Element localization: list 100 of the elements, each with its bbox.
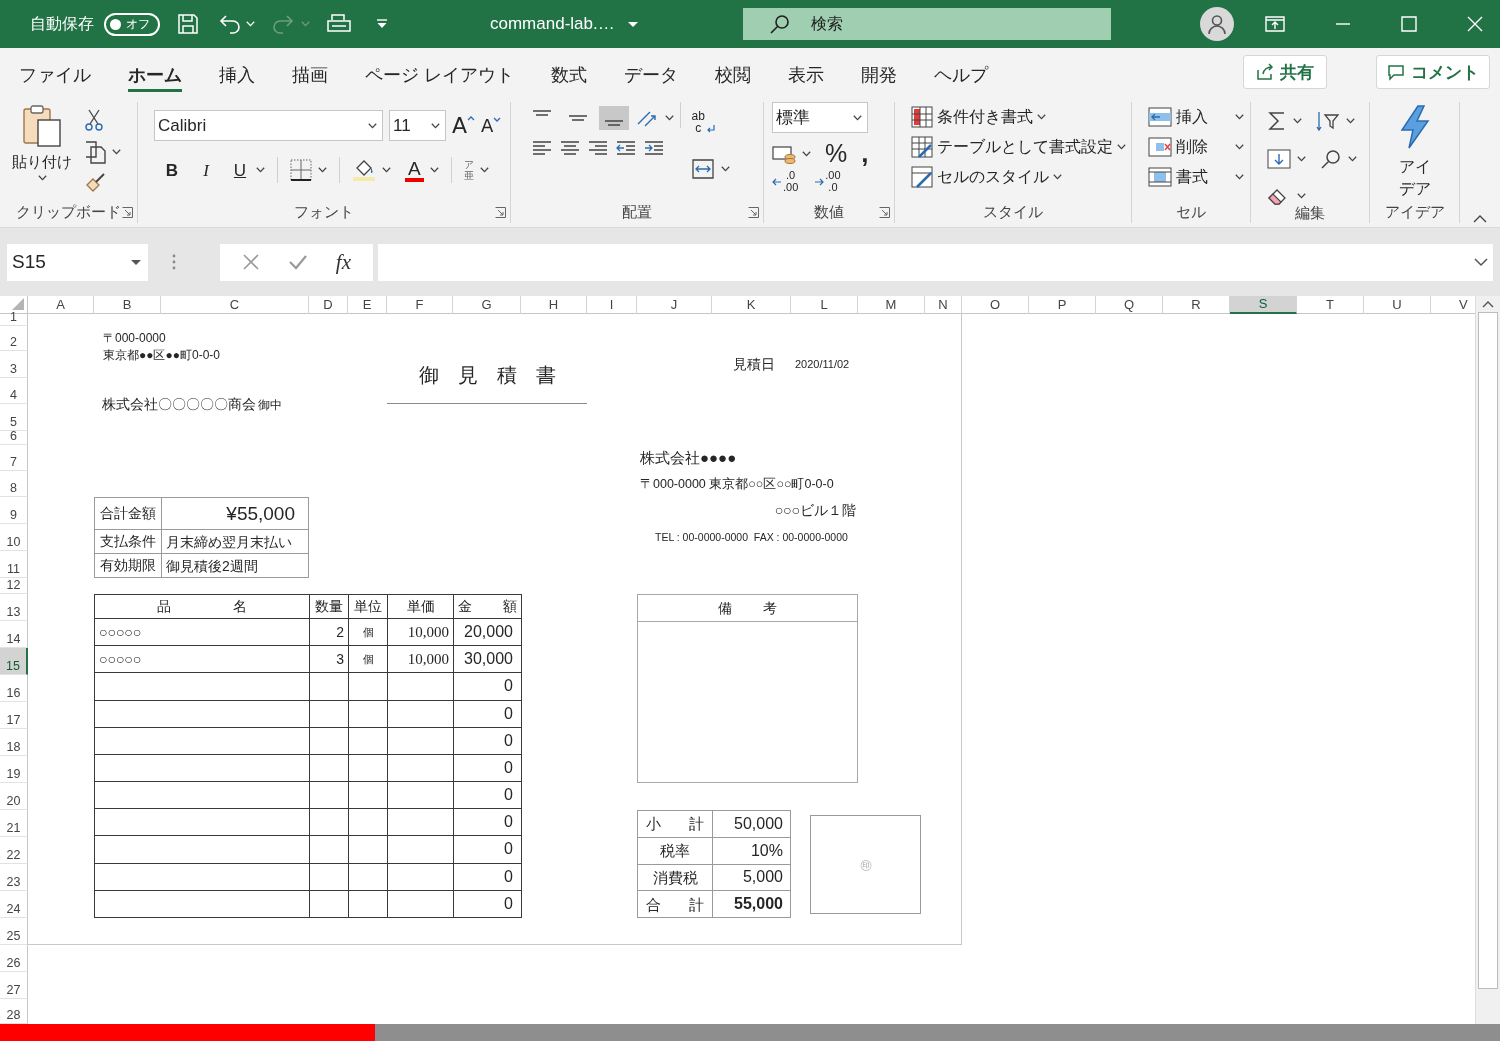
row-header[interactable]: 4 [0, 378, 28, 404]
column-header[interactable]: H [521, 296, 587, 314]
scrollbar-thumb[interactable] [1478, 312, 1498, 989]
column-header[interactable]: Q [1096, 296, 1163, 314]
row-header[interactable]: 16 [0, 675, 28, 702]
caret-icon[interactable] [802, 150, 811, 157]
underline-button[interactable]: U [230, 161, 250, 179]
font-color-button[interactable]: A [405, 158, 424, 182]
row-header[interactable]: 12 [0, 578, 28, 594]
dialog-launcher-icon[interactable] [879, 207, 890, 218]
row-header[interactable]: 27 [0, 972, 28, 999]
sort-filter-icon[interactable] [1316, 110, 1340, 132]
caret-icon[interactable] [1297, 193, 1306, 199]
column-header[interactable]: O [962, 296, 1029, 314]
dialog-launcher-icon[interactable] [748, 207, 759, 218]
row-header[interactable]: 18 [0, 729, 28, 756]
sum-icon[interactable] [1267, 110, 1287, 132]
ribbon-button[interactable]: 書式 [1148, 166, 1244, 188]
scissors-icon[interactable] [84, 108, 104, 132]
caret-icon[interactable] [37, 175, 47, 181]
row-header[interactable]: 3 [0, 351, 28, 378]
caret-icon[interactable] [112, 149, 121, 155]
copy-icon[interactable] [84, 140, 106, 164]
caret-icon[interactable] [1037, 114, 1046, 120]
caret-icon[interactable] [1117, 144, 1126, 150]
ribbon-button[interactable]: 条件付き書式 [911, 106, 1126, 128]
collapse-ribbon-icon[interactable] [1473, 214, 1487, 223]
caret-down-icon[interactable] [626, 20, 639, 28]
ribbon-tab[interactable]: 開発 [860, 66, 897, 92]
column-header[interactable]: M [858, 296, 925, 314]
increase-decimal-button[interactable]: .0 .00 [772, 170, 799, 193]
ribbon-tab[interactable]: 表示 [787, 66, 824, 92]
shrink-font-button[interactable]: A [481, 116, 502, 135]
column-header[interactable]: A [28, 296, 94, 314]
speech-bubble-icon[interactable] [1387, 63, 1405, 81]
number-format-dropdown[interactable]: 標準 [772, 102, 869, 133]
ribbon-tab[interactable]: 校閲 [714, 66, 751, 92]
ribbon-tab[interactable]: 数式 [550, 66, 587, 92]
ribbon-button[interactable]: セルのスタイル [911, 166, 1126, 188]
column-header[interactable]: E [348, 296, 387, 314]
expand-icon[interactable] [1474, 257, 1488, 267]
caret-icon[interactable] [256, 167, 265, 173]
column-header[interactable]: S [1230, 296, 1297, 314]
column-header[interactable]: L [791, 296, 858, 314]
caret-icon[interactable] [721, 166, 730, 172]
caret-icon[interactable] [1235, 144, 1244, 150]
share-button[interactable]: 共有 [1243, 55, 1327, 89]
caret-icon[interactable] [1297, 156, 1306, 162]
ribbon-tab[interactable]: 挿入 [219, 66, 255, 92]
column-header[interactable]: I [587, 296, 637, 314]
formula-input[interactable] [378, 243, 1493, 281]
wrap-text-button[interactable]: abc [691, 110, 730, 134]
ribbon-tab[interactable]: 描画 [292, 66, 328, 92]
caret-icon[interactable] [429, 167, 439, 173]
customize-menu-icon[interactable] [376, 19, 388, 29]
grow-font-button[interactable]: A [452, 114, 476, 137]
column-header[interactable]: K [712, 296, 791, 314]
ribbon-display-icon[interactable] [1264, 15, 1286, 33]
row-header[interactable]: 10 [0, 524, 28, 551]
caret-icon[interactable] [382, 167, 391, 173]
row-header[interactable]: 28 [0, 999, 28, 1024]
check-icon[interactable] [287, 253, 308, 271]
row-header[interactable]: 19 [0, 756, 28, 783]
share-icon[interactable] [1256, 63, 1274, 81]
italic-button[interactable]: I [196, 161, 216, 179]
row-header[interactable]: 11 [0, 551, 28, 578]
row-header[interactable]: 20 [0, 783, 28, 810]
ribbon-tab[interactable]: ファイル [19, 66, 91, 92]
row-header[interactable]: 26 [0, 945, 28, 972]
column-header[interactable]: N [925, 296, 962, 314]
autosave-toggle[interactable]: オフ [104, 12, 160, 36]
row-header[interactable]: 21 [0, 810, 28, 837]
drag-handle-icon[interactable] [172, 253, 176, 271]
merge-cells-icon[interactable] [691, 158, 715, 180]
close-icon[interactable] [1466, 15, 1484, 33]
row-header[interactable]: 1 [0, 314, 28, 326]
accounting-icon[interactable] [772, 143, 796, 164]
caret-icon[interactable] [853, 114, 863, 121]
paste-button[interactable]: 貼り付け [0, 102, 84, 201]
row-header[interactable]: 7 [0, 445, 28, 471]
ribbon-button[interactable]: テーブルとして書式設定 [911, 136, 1126, 158]
scroll-up-icon[interactable] [1482, 300, 1494, 308]
column-header[interactable]: J [637, 296, 712, 314]
comment-button[interactable]: コメント [1376, 55, 1490, 89]
ribbon-button[interactable]: 挿入 [1148, 106, 1244, 128]
column-header[interactable]: R [1163, 296, 1230, 314]
ribbon-tab[interactable]: ヘルプ [933, 66, 988, 92]
row-header[interactable]: 9 [0, 497, 28, 524]
caret-icon[interactable] [1235, 114, 1244, 120]
column-header[interactable]: D [309, 296, 348, 314]
caret-icon[interactable] [1293, 118, 1302, 124]
caret-icon[interactable] [665, 115, 674, 121]
row-header[interactable]: 14 [0, 621, 28, 648]
row-header[interactable]: 5 [0, 404, 28, 431]
row-header[interactable]: 25 [0, 918, 28, 945]
save-icon[interactable] [176, 12, 200, 36]
row-header[interactable]: 23 [0, 864, 28, 891]
dialog-launcher-icon[interactable] [122, 207, 133, 218]
caret-icon[interactable] [1053, 174, 1062, 180]
row-header[interactable]: 8 [0, 471, 28, 497]
